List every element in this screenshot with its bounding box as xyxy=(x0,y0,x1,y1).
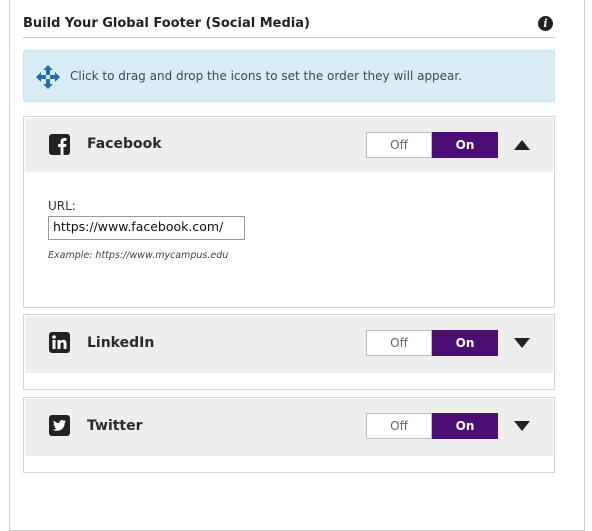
panel-header-facebook[interactable]: Facebook Off On xyxy=(25,118,553,172)
panel-label-linkedin: LinkedIn xyxy=(87,335,155,351)
panel-twitter[interactable]: Twitter Off On xyxy=(23,397,555,473)
toggle-linkedin[interactable]: Off On xyxy=(366,330,498,356)
section-title: Build Your Global Footer (Social Media) xyxy=(23,16,310,31)
panel-header-twitter[interactable]: Twitter Off On xyxy=(25,399,553,456)
panel-label-twitter: Twitter xyxy=(87,418,143,434)
toggle-facebook[interactable]: Off On xyxy=(366,132,498,158)
chevron-down-icon[interactable] xyxy=(514,338,530,348)
linkedin-icon xyxy=(49,332,70,353)
section-header: Build Your Global Footer (Social Media) … xyxy=(23,14,555,38)
twitter-icon xyxy=(49,415,70,436)
toggle-on-button[interactable]: On xyxy=(432,413,498,439)
toggle-off-button[interactable]: Off xyxy=(366,330,432,356)
drag-instructions-notice: Click to drag and drop the icons to set … xyxy=(23,50,555,102)
chevron-down-icon[interactable] xyxy=(514,421,530,431)
panel-label-facebook: Facebook xyxy=(87,136,162,152)
url-label: URL: xyxy=(48,199,76,213)
panel-facebook[interactable]: Facebook Off On URL: https://www.faceboo… xyxy=(23,116,555,308)
move-arrows-icon xyxy=(36,65,60,89)
info-icon[interactable]: i xyxy=(538,16,553,31)
panel-body-facebook: URL: https://www.facebook.com/ Example: … xyxy=(25,173,553,306)
panel-linkedin[interactable]: LinkedIn Off On xyxy=(23,314,555,390)
url-input[interactable]: https://www.facebook.com/ xyxy=(48,216,245,240)
toggle-on-button[interactable]: On xyxy=(432,330,498,356)
facebook-icon xyxy=(49,134,70,155)
chevron-up-icon[interactable] xyxy=(514,140,530,150)
toggle-on-button[interactable]: On xyxy=(432,132,498,158)
toggle-off-button[interactable]: Off xyxy=(366,413,432,439)
panel-header-linkedin[interactable]: LinkedIn Off On xyxy=(25,316,553,373)
toggle-twitter[interactable]: Off On xyxy=(366,413,498,439)
notice-text: Click to drag and drop the icons to set … xyxy=(70,69,463,83)
toggle-off-button[interactable]: Off xyxy=(366,132,432,158)
url-example-text: Example: https://www.mycampus.edu xyxy=(48,250,229,261)
